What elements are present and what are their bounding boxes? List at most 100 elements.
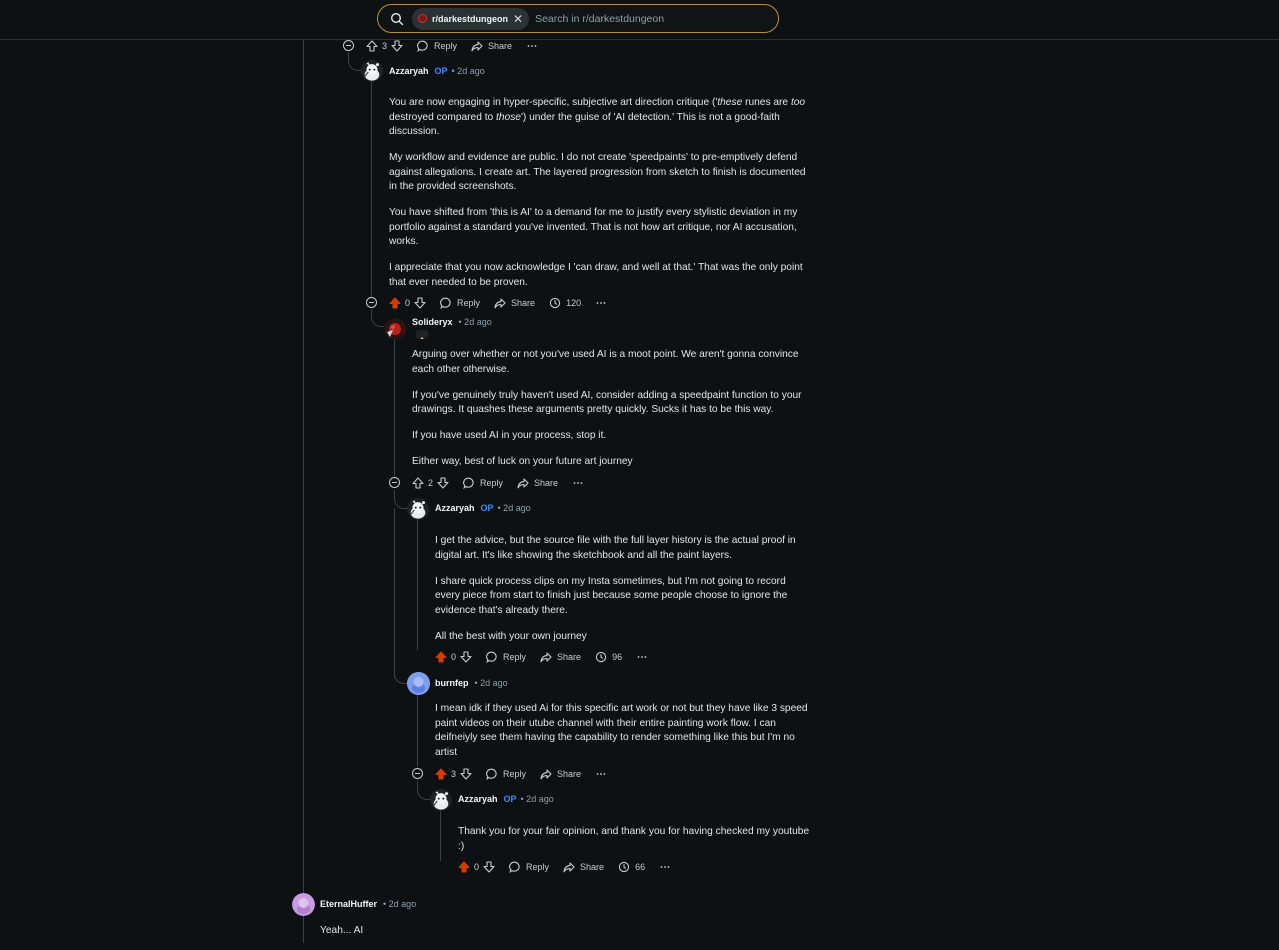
downvote-icon bbox=[414, 297, 426, 309]
more-icon bbox=[595, 768, 607, 780]
share-button[interactable]: Share bbox=[517, 477, 558, 489]
reply-label: Reply bbox=[457, 298, 481, 308]
thread-line[interactable] bbox=[371, 82, 372, 298]
share-button[interactable]: Share bbox=[540, 768, 581, 780]
awards-button[interactable]: 96 bbox=[595, 651, 622, 663]
more-options-button[interactable] bbox=[595, 297, 607, 309]
thread-connector bbox=[394, 490, 407, 509]
share-button[interactable]: Share bbox=[471, 40, 512, 52]
timestamp[interactable]: • 2d ago bbox=[452, 66, 485, 76]
timestamp[interactable]: • 2d ago bbox=[459, 317, 492, 327]
author-name[interactable]: burnfep bbox=[435, 678, 469, 688]
vote-count: 3 bbox=[382, 41, 388, 51]
author-name[interactable]: EternalHuffer bbox=[320, 899, 377, 909]
search-bar[interactable]: r/darkestdungeon ✕ Search in r/darkestdu… bbox=[377, 4, 779, 33]
downvote-button[interactable] bbox=[460, 768, 472, 780]
reply-button[interactable]: Reply bbox=[509, 861, 549, 873]
collapse-button[interactable] bbox=[389, 477, 400, 488]
search-input[interactable]: Search in r/darkestdungeon bbox=[535, 13, 664, 25]
reply-icon bbox=[463, 477, 475, 489]
close-icon[interactable]: ✕ bbox=[513, 12, 523, 26]
share-icon bbox=[494, 297, 506, 309]
downvote-icon bbox=[437, 477, 449, 489]
downvote-button[interactable] bbox=[414, 297, 426, 309]
upvote-filled-icon bbox=[435, 651, 447, 663]
upvote-button[interactable] bbox=[412, 477, 424, 489]
reply-button[interactable]: Reply bbox=[486, 651, 526, 663]
reply-label: Reply bbox=[503, 652, 527, 662]
comment-actions: 0 Reply Share 96 bbox=[435, 649, 662, 665]
more-options-button[interactable] bbox=[659, 861, 671, 873]
comment-thread: 3 Reply Share Azzaryah OP • 2d ago You a… bbox=[0, 0, 1279, 943]
more-icon bbox=[595, 297, 607, 309]
upvote-button[interactable] bbox=[366, 40, 378, 52]
thread-line[interactable] bbox=[394, 340, 395, 477]
share-icon bbox=[540, 651, 552, 663]
awards-button[interactable]: 66 bbox=[618, 861, 645, 873]
share-icon bbox=[517, 477, 529, 489]
author-name[interactable]: Azzaryah bbox=[435, 503, 475, 513]
collapse-button[interactable] bbox=[366, 297, 377, 308]
timestamp[interactable]: • 2d ago bbox=[475, 678, 508, 688]
reply-button[interactable]: Reply bbox=[417, 40, 457, 52]
share-button[interactable]: Share bbox=[540, 651, 581, 663]
awards-button[interactable]: 120 bbox=[549, 297, 581, 309]
reply-icon bbox=[509, 861, 521, 873]
author-name[interactable]: Azzaryah bbox=[389, 66, 429, 76]
upvote-button[interactable] bbox=[435, 651, 447, 663]
thread-line[interactable] bbox=[303, 40, 304, 943]
comment-body: I mean idk if they used Ai for this spec… bbox=[435, 702, 811, 772]
downvote-button[interactable] bbox=[483, 861, 495, 873]
downvote-icon bbox=[460, 768, 472, 780]
reply-icon bbox=[417, 40, 429, 52]
reply-button[interactable]: Reply bbox=[486, 768, 526, 780]
share-icon bbox=[540, 768, 552, 780]
more-options-button[interactable] bbox=[636, 651, 648, 663]
reply-icon bbox=[486, 651, 498, 663]
reply-button[interactable]: Reply bbox=[440, 297, 480, 309]
more-options-button[interactable] bbox=[595, 768, 607, 780]
avatar[interactable] bbox=[430, 789, 452, 811]
avatar[interactable] bbox=[292, 893, 315, 916]
share-button[interactable]: Share bbox=[494, 297, 535, 309]
comment-meta: burnfep • 2d ago bbox=[435, 676, 508, 690]
subreddit-chip[interactable]: r/darkestdungeon ✕ bbox=[412, 7, 530, 30]
share-label: Share bbox=[534, 478, 559, 488]
avatar[interactable] bbox=[407, 498, 429, 520]
more-options-button[interactable] bbox=[572, 477, 584, 489]
upvote-button[interactable] bbox=[389, 297, 401, 309]
clock-icon bbox=[549, 297, 561, 309]
thread-line[interactable] bbox=[417, 695, 418, 767]
downvote-button[interactable] bbox=[460, 651, 472, 663]
avatar[interactable] bbox=[361, 60, 383, 82]
upvote-button[interactable] bbox=[458, 861, 470, 873]
upvote-filled-icon bbox=[458, 861, 470, 873]
thread-line[interactable] bbox=[440, 811, 441, 861]
timestamp[interactable]: • 2d ago bbox=[383, 899, 416, 909]
thread-connector bbox=[348, 55, 361, 71]
comment-paragraph: I appreciate that you now acknowledge I … bbox=[389, 262, 803, 288]
more-options-button[interactable] bbox=[526, 40, 538, 52]
vote-count: 0 bbox=[451, 652, 457, 662]
share-label: Share bbox=[488, 41, 513, 51]
avatar[interactable] bbox=[384, 318, 406, 340]
collapse-button[interactable] bbox=[343, 40, 354, 51]
thread-line[interactable] bbox=[417, 520, 418, 650]
downvote-button[interactable] bbox=[437, 477, 449, 489]
reply-button[interactable]: Reply bbox=[463, 477, 503, 489]
timestamp[interactable]: • 2d ago bbox=[498, 503, 531, 513]
share-button[interactable]: Share bbox=[563, 861, 604, 873]
author-name[interactable]: Solideryx bbox=[412, 317, 453, 327]
author-name[interactable]: Azzaryah bbox=[458, 794, 498, 804]
timestamp[interactable]: • 2d ago bbox=[521, 794, 554, 804]
share-icon bbox=[471, 40, 483, 52]
upvote-button[interactable] bbox=[435, 768, 447, 780]
more-icon bbox=[636, 651, 648, 663]
collapse-button[interactable] bbox=[412, 768, 423, 779]
avatar[interactable] bbox=[407, 672, 430, 695]
vote-count: 3 bbox=[451, 769, 457, 779]
comment-body: Yeah... AI bbox=[320, 924, 720, 950]
op-badge: OP bbox=[434, 66, 448, 76]
thread-line[interactable] bbox=[394, 508, 395, 678]
downvote-button[interactable] bbox=[391, 40, 403, 52]
